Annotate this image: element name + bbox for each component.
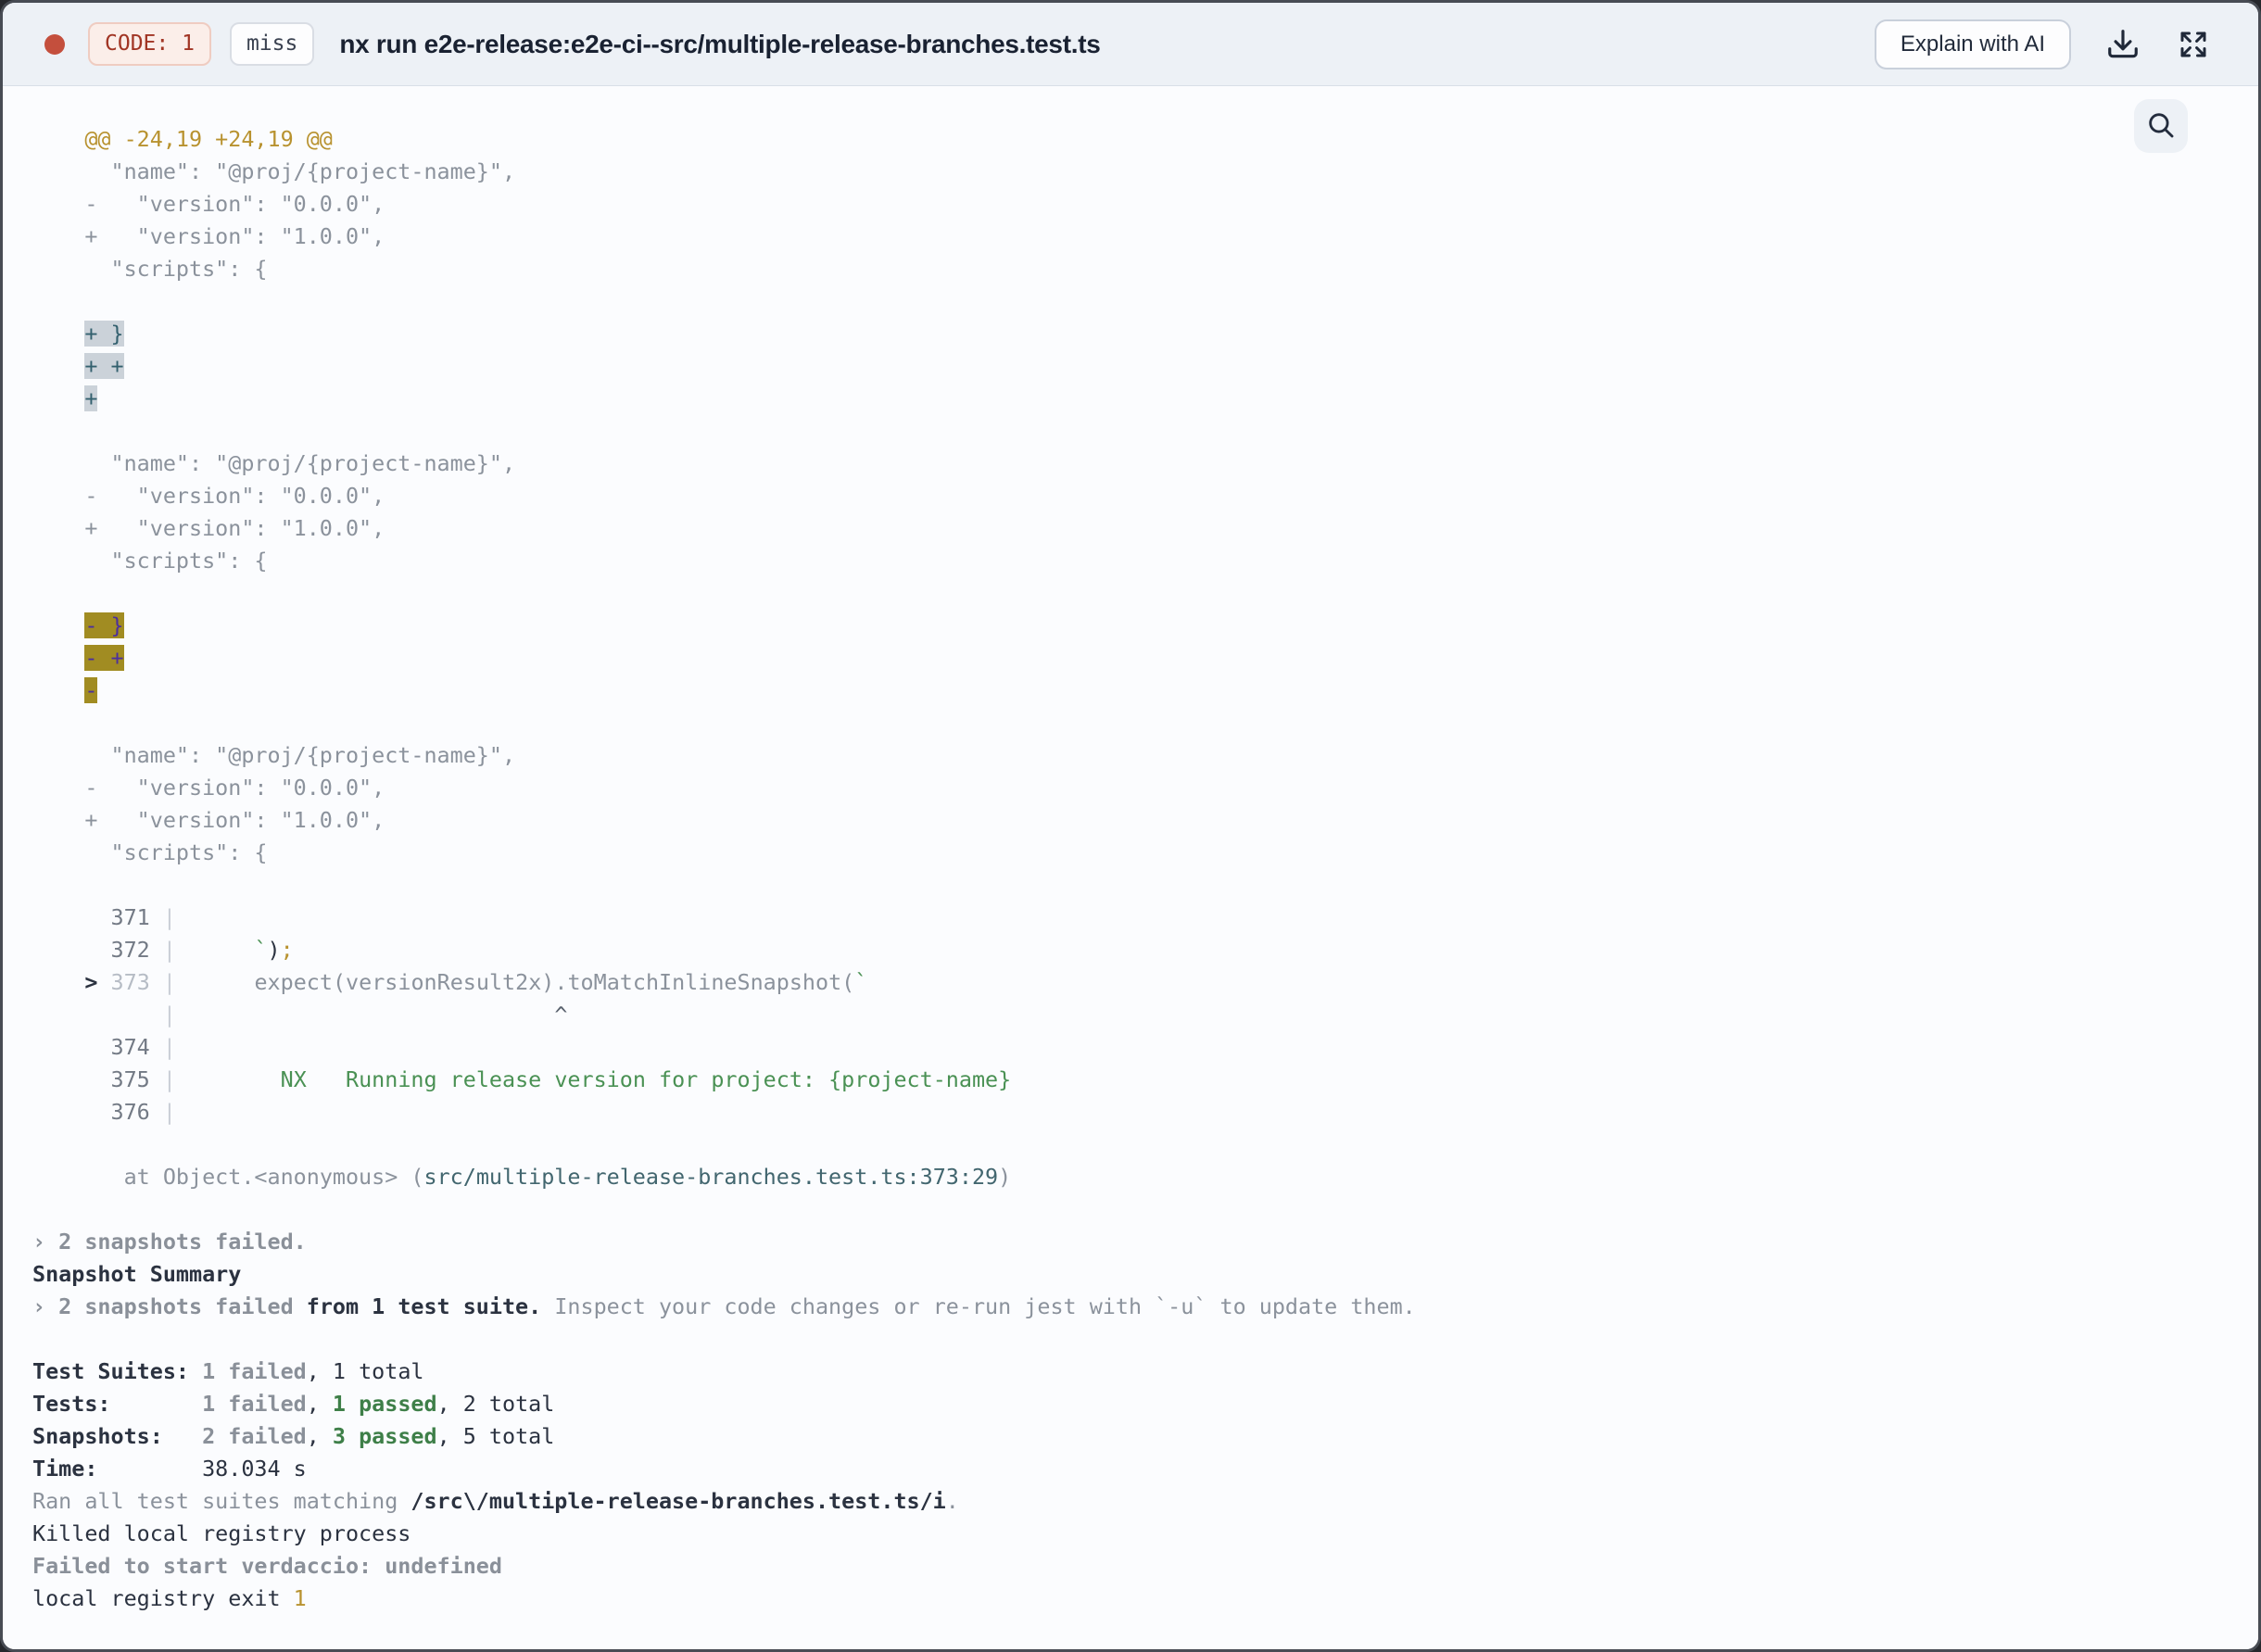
terminal-line: › 2 snapshots failed from 1 test suite. … [32, 1293, 1416, 1319]
terminal-line: Snapshots: 2 failed, 3 passed, 5 total [32, 1423, 555, 1449]
task-header: CODE: 1 miss nx run e2e-release:e2e-ci--… [3, 3, 2258, 86]
exit-code-badge: CODE: 1 [88, 22, 211, 66]
terminal-line: Time: 38.034 s [32, 1456, 307, 1482]
terminal-output: @@ -24,19 +24,19 @@ "name": "@proj/{proj… [3, 86, 2258, 1649]
download-icon [2105, 27, 2141, 62]
terminal-line: + "version": "1.0.0", [32, 515, 385, 541]
terminal-line: "scripts": { [32, 839, 268, 865]
terminal-line: Test Suites: 1 failed, 1 total [32, 1358, 424, 1384]
terminal-line: Failed to start verdaccio: undefined [32, 1553, 502, 1579]
terminal-line: > 373 | expect(versionResult2x).toMatchI… [84, 969, 868, 995]
terminal-line: Ran all test suites matching /src\/multi… [32, 1488, 959, 1514]
terminal-line: Snapshot Summary [32, 1261, 242, 1287]
terminal-line: - "version": "0.0.0", [32, 191, 385, 217]
status-dot [44, 33, 65, 55]
terminal-line: + "version": "1.0.0", [32, 807, 385, 833]
expand-icon [2177, 28, 2210, 61]
search-button[interactable] [2134, 99, 2188, 153]
terminal-line: "name": "@proj/{project-name}", [32, 742, 516, 768]
task-title: nx run e2e-release:e2e-ci--src/multiple-… [339, 29, 1101, 58]
terminal-line: local registry exit 1 [32, 1585, 307, 1611]
terminal-line: "name": "@proj/{project-name}", [32, 158, 516, 184]
terminal-line: + } [84, 321, 124, 347]
terminal-line: 374 | [110, 1034, 176, 1060]
terminal-line: 375 | NX Running release version for pro… [110, 1066, 1012, 1092]
task-output-panel: CODE: 1 miss nx run e2e-release:e2e-ci--… [0, 0, 2261, 1652]
terminal-line: 376 | [110, 1099, 176, 1125]
terminal-line: | ^ [162, 1002, 568, 1028]
terminal-line: Killed local registry process [32, 1520, 411, 1546]
terminal-line: - [84, 677, 98, 703]
terminal-line: @@ -24,19 +24,19 @@ [32, 126, 333, 152]
terminal-line: + "version": "1.0.0", [32, 223, 385, 249]
terminal-line: › 2 snapshots failed. [32, 1229, 307, 1255]
terminal-line: - "version": "0.0.0", [32, 775, 385, 801]
explain-with-ai-button[interactable]: Explain with AI [1874, 19, 2071, 69]
terminal-line: + + [84, 353, 124, 379]
terminal-line: Tests: 1 failed, 1 passed, 2 total [32, 1391, 555, 1417]
terminal-line: 371 | [110, 904, 176, 930]
fullscreen-button[interactable] [2175, 26, 2212, 63]
cache-status-badge: miss [229, 22, 315, 66]
terminal-line: - + [84, 645, 124, 671]
terminal-line: "scripts": { [32, 548, 268, 574]
terminal-line: "name": "@proj/{project-name}", [32, 450, 516, 476]
terminal-line: at Object.<anonymous> (src/multiple-rele… [123, 1164, 1012, 1190]
terminal-line: + [84, 385, 98, 411]
terminal-line: 372 | `); [110, 937, 294, 963]
download-button[interactable] [2104, 26, 2141, 63]
terminal-line: - } [84, 612, 124, 638]
terminal-line: - "version": "0.0.0", [32, 483, 385, 509]
search-icon [2145, 109, 2177, 144]
terminal-line: "scripts": { [32, 256, 268, 282]
